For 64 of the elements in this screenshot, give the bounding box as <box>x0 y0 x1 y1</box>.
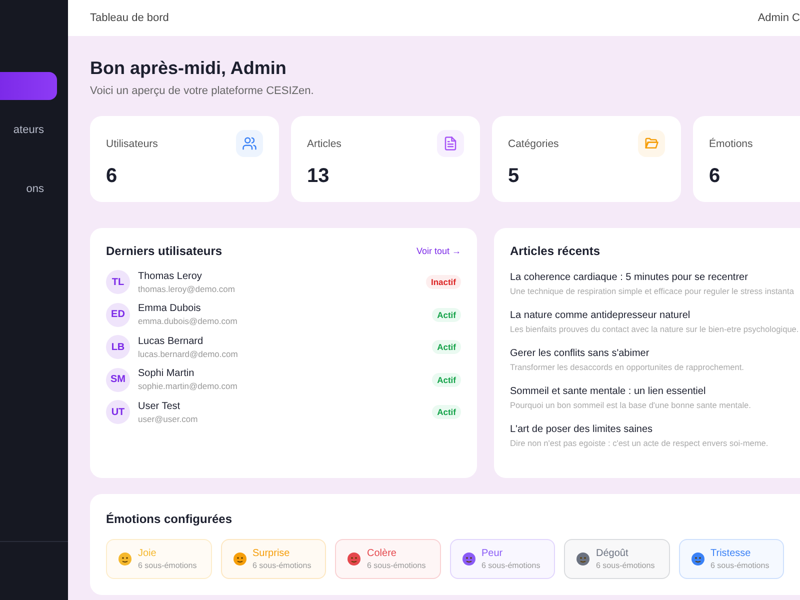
sidebar-item[interactable] <box>0 72 57 100</box>
user-name: Emma Dubois <box>138 303 202 314</box>
panel-title: Derniers utilisateurs <box>106 244 222 258</box>
status-badge: Actif <box>432 340 461 354</box>
article-title[interactable]: Gerer les conflits sans s'abimer <box>510 348 800 359</box>
user-name: Sophi Martin <box>138 368 196 380</box>
status-badge: Actif <box>432 372 461 387</box>
avatar-initials: TL <box>106 270 130 294</box>
stat-label: Articles <box>307 138 342 150</box>
avatar-initials: UT <box>106 400 130 424</box>
user-name: Thomas Leroy <box>138 270 203 282</box>
status-badge: Actif <box>432 405 461 420</box>
article-summary: Dire non n'est pas egoiste : c'est un acte de respect envers soi-meme. <box>510 438 770 448</box>
page-title: Tableau de bord <box>90 12 169 24</box>
user-name: Lucas Bernard <box>138 336 204 347</box>
panel-title: Articles récents <box>510 244 602 258</box>
user-menu[interactable]: Admin C <box>758 12 800 24</box>
emotion-chip[interactable]: Colère 6 sous-émotions <box>335 539 440 579</box>
stat-value: 13 <box>307 165 330 188</box>
greeting-subtitle: Voici un aperçu de votre plateforme CESIZen. <box>90 85 315 97</box>
see-all-link[interactable]: Voir tout → <box>416 246 461 256</box>
article-title[interactable]: La nature comme antidepresseur naturel <box>510 310 800 321</box>
stat-value: 5 <box>508 165 520 188</box>
user-email: user@user.com <box>138 414 199 424</box>
stat-label: Utilisateurs <box>106 138 158 150</box>
user-email: lucas.bernard@demo.com <box>138 348 239 359</box>
panel-title: Émotions configurées <box>106 512 234 526</box>
sidebar-item[interactable]: ateurs <box>0 116 68 144</box>
article-title[interactable]: Sommeil et sante mentale : un lien essentiel <box>510 386 800 397</box>
article-summary: Pourquoi un bon sommeil est la base d'une bonne sante mentale. <box>510 400 752 410</box>
status-badge: Actif <box>432 308 461 322</box>
article-title[interactable]: L'art de poser des limites saines <box>510 424 800 435</box>
user-name: User Test <box>138 400 182 412</box>
emotion-name: Peur <box>482 548 504 559</box>
user-email: emma.dubois@demo.com <box>138 316 238 326</box>
emotion-count: 6 sous-émotions <box>482 561 540 570</box>
emotion-name: Dégoût <box>596 548 630 559</box>
emotion-name: Colère <box>367 548 398 559</box>
emotion-chip[interactable]: Peur 6 sous-émotions <box>450 539 555 579</box>
emotion-count: 6 sous-émotions <box>710 561 770 570</box>
emotion-name: Surprise <box>252 548 291 559</box>
emotion-count: 6 sous-émotions <box>252 561 312 570</box>
emotion-count: 6 sous-émotions <box>367 561 426 570</box>
emotion-count: 6 sous-émotions <box>596 561 655 570</box>
avatar-initials: ED <box>106 302 130 327</box>
user-email: sophie.martin@demo.com <box>138 381 238 392</box>
article-title[interactable]: La coherence cardiaque : 5 minutes pour se recentrer <box>510 272 800 283</box>
sidebar-item[interactable]: ons <box>0 175 68 203</box>
stat-value: 6 <box>106 165 118 188</box>
avatar-initials: SM <box>106 368 130 392</box>
article-summary: Les bienfaits prouves du contact avec la nature sur le bien-etre psychologique. <box>510 324 800 334</box>
emotion-chip[interactable]: Dégoût 6 sous-émotions <box>564 539 670 579</box>
article-summary: Transformer les desaccords en opportunites de rapprochement. <box>510 362 745 372</box>
avatar-initials: LB <box>106 335 130 360</box>
stat-label: Catégories <box>508 138 559 150</box>
emotion-name: Joie <box>138 548 158 559</box>
article-summary: Une technique de respiration simple et efficace pour reguler le stress instanta <box>510 286 795 296</box>
stat-label: Émotions <box>709 138 753 150</box>
user-email: thomas.leroy@demo.com <box>138 284 236 294</box>
emotion-count: 6 sous-émotions <box>138 561 197 570</box>
emotion-name: Tristesse <box>710 548 752 559</box>
stat-value: 6 <box>709 165 722 188</box>
greeting-title: Bon après-midi, Admin <box>90 58 288 79</box>
status-badge: Inactif <box>426 275 461 290</box>
